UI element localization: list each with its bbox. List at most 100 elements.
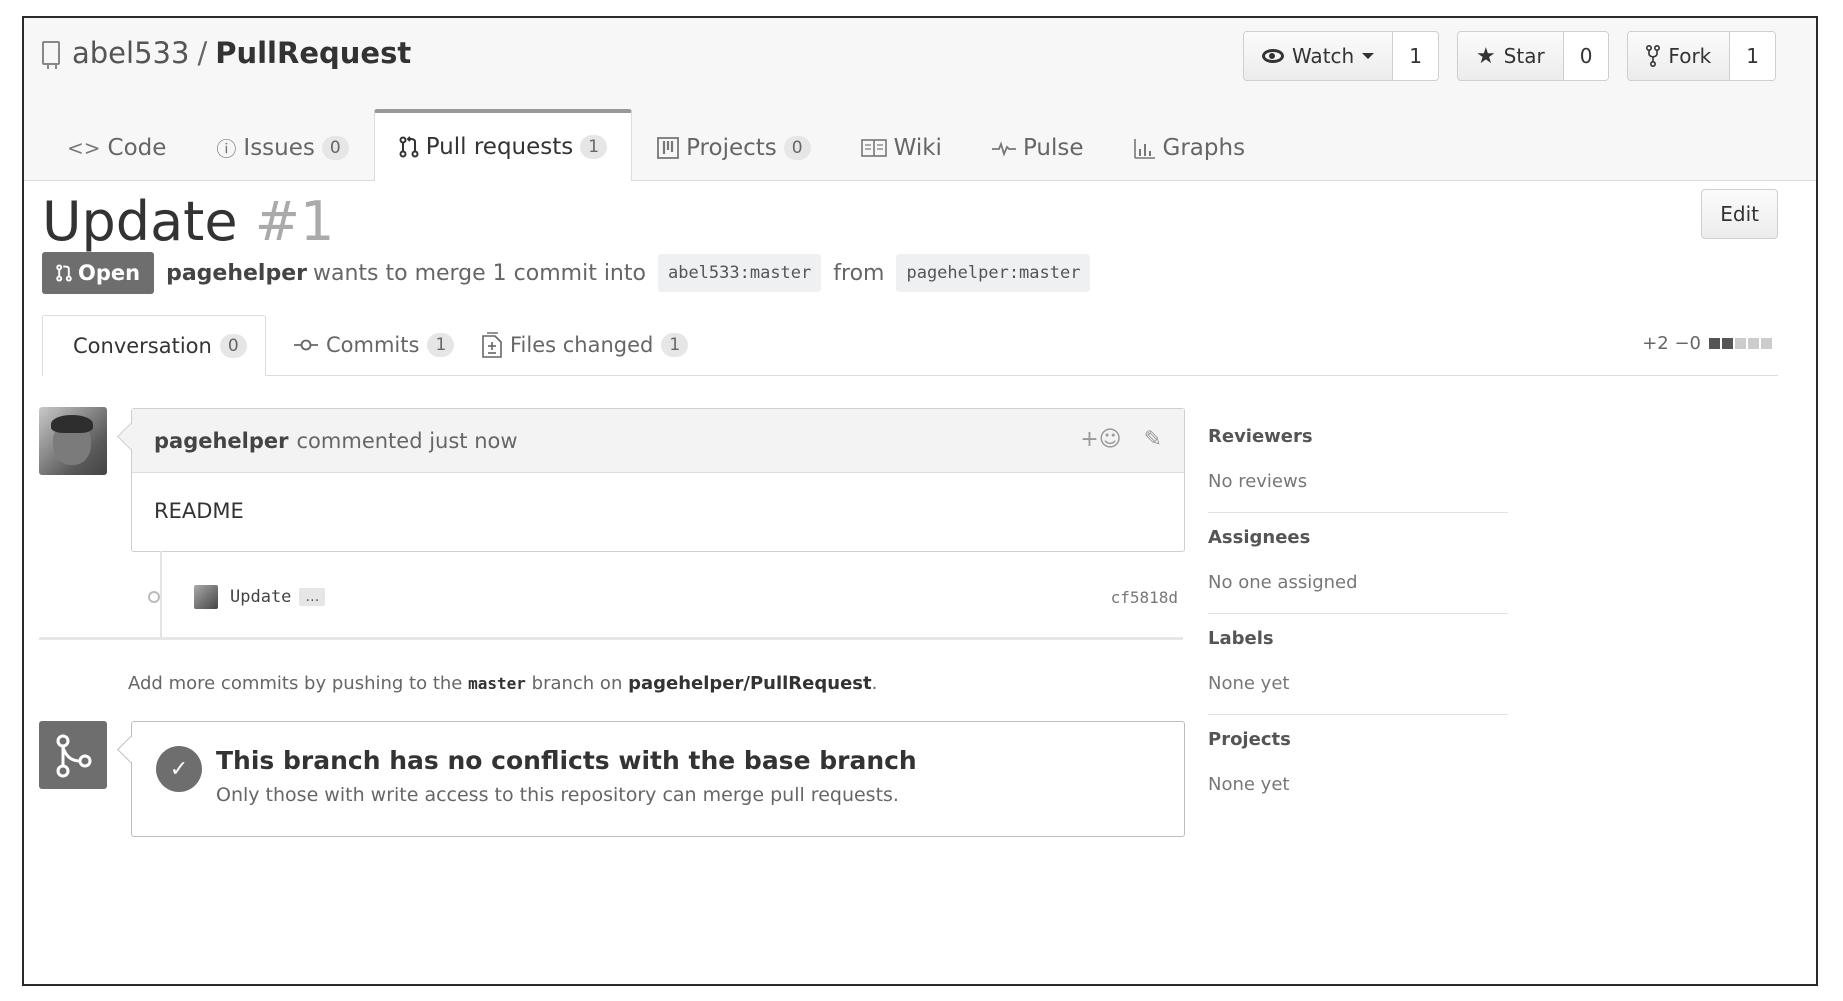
commit-avatar[interactable] (194, 585, 218, 609)
diffstat-text: +2 −0 (1642, 333, 1701, 354)
commit-message-link[interactable]: Update (230, 587, 291, 607)
tab-pull-requests[interactable]: Pull requests 1 (373, 109, 633, 181)
comment-body: README (154, 499, 244, 523)
sidebar-projects-title: Projects (1208, 729, 1291, 750)
pull-request-icon (56, 264, 72, 282)
tab-commits-label: Commits (326, 333, 420, 357)
repo-icon (42, 41, 60, 69)
sidebar-labels-value: None yet (1208, 673, 1290, 694)
tab-pull-requests-label: Pull requests (425, 134, 574, 160)
commit-row: Update … cf5818d (148, 581, 1178, 613)
sidebar-reviewers[interactable]: Reviewers No reviews (1208, 412, 1508, 513)
tab-code[interactable]: <> Code (42, 113, 191, 181)
repo-header: abel533 / PullRequest Watch 1 ★ Star 0 F… (24, 18, 1816, 181)
comment-header: pagehelper commented just now +☺ ✎ (132, 409, 1184, 473)
discussion-sidebar: Reviewers No reviews Assignees No one as… (1208, 412, 1508, 815)
repo-name-link[interactable]: PullRequest (215, 36, 411, 70)
push-note-middle: branch on (531, 673, 623, 694)
comment-box: pagehelper commented just now +☺ ✎ READM… (117, 408, 1185, 552)
pr-tabs: Conversation 0 Commits 1 Files changed 1… (42, 315, 1778, 376)
sidebar-assignees[interactable]: Assignees No one assigned (1208, 513, 1508, 614)
push-note-repo-link[interactable]: pagehelper/PullRequest (628, 673, 872, 694)
tab-wiki-label: Wiki (893, 134, 942, 161)
merge-status-heading: This branch has no conflicts with the ba… (216, 746, 917, 775)
avatar[interactable] (39, 407, 107, 475)
browser-frame: abel533 / PullRequest Watch 1 ★ Star 0 F… (22, 16, 1818, 986)
commit-icon (294, 339, 318, 351)
sidebar-projects-value: None yet (1208, 774, 1290, 795)
tab-issues[interactable]: ⓘ Issues 0 (191, 113, 373, 181)
tab-files-changed[interactable]: Files changed 1 (460, 315, 710, 375)
pr-author-link[interactable]: pagehelper (166, 261, 307, 286)
pencil-icon[interactable]: ✎ (1144, 427, 1162, 452)
pr-title-text: Update (42, 190, 238, 253)
fork-count[interactable]: 1 (1730, 32, 1775, 80)
merge-text: wants to merge 1 commit into (312, 260, 646, 286)
fork-label: Fork (1668, 44, 1712, 68)
tab-projects[interactable]: Projects 0 (632, 113, 836, 181)
commit-sha-link[interactable]: cf5818d (1111, 588, 1178, 607)
conversation-counter: 0 (219, 333, 247, 358)
commits-counter: 1 (427, 333, 455, 357)
commit-expand-button[interactable]: … (299, 588, 326, 606)
pr-title: Update #1 (42, 190, 334, 253)
eye-icon (1261, 49, 1284, 63)
sidebar-reviewers-title: Reviewers (1208, 426, 1313, 447)
tab-pulse-label: Pulse (1022, 134, 1084, 161)
issue-icon: ⓘ (216, 137, 237, 161)
comment-meta: commented just now (296, 428, 518, 453)
pull-request-icon (399, 136, 419, 158)
watch-count[interactable]: 1 (1393, 32, 1438, 80)
pr-number: #1 (254, 190, 335, 253)
merge-box-arrow (117, 736, 144, 763)
fork-group: Fork 1 (1627, 31, 1776, 81)
merge-status-box: ✓ This branch has no conflicts with the … (117, 721, 1185, 837)
pulse-icon (991, 140, 1016, 157)
project-icon (657, 136, 679, 159)
fork-icon (1646, 45, 1661, 67)
repo-actions: Watch 1 ★ Star 0 Fork 1 (1242, 31, 1776, 81)
pulls-counter: 1 (580, 135, 608, 159)
git-merge-icon (39, 721, 107, 789)
state-label: Open (78, 261, 141, 285)
pr-meta: Open pagehelper wants to merge 1 commit … (42, 252, 1091, 294)
head-branch[interactable]: pagehelper:master (896, 254, 1091, 292)
star-group: ★ Star 0 (1456, 31, 1610, 81)
tab-conversation[interactable]: Conversation 0 (42, 315, 266, 376)
merge-status-subtext: Only those with write access to this rep… (216, 784, 899, 806)
repo-owner-link[interactable]: abel533 (72, 36, 189, 70)
repo-title: abel533 / PullRequest (42, 36, 411, 70)
tab-pulse[interactable]: Pulse (967, 113, 1109, 181)
tab-files-changed-label: Files changed (510, 333, 654, 357)
tab-issues-label: Issues (243, 134, 315, 161)
graph-icon (1133, 138, 1155, 159)
watch-button[interactable]: Watch (1243, 32, 1394, 80)
tab-projects-label: Projects (686, 134, 777, 161)
commit-dot-icon (148, 591, 160, 603)
base-branch[interactable]: abel533:master (657, 254, 822, 292)
star-count[interactable]: 0 (1563, 32, 1609, 80)
sidebar-labels-title: Labels (1208, 628, 1274, 649)
files-counter: 1 (661, 333, 689, 357)
fork-button[interactable]: Fork (1628, 32, 1731, 80)
issues-counter: 0 (321, 135, 349, 160)
add-reaction-icon[interactable]: +☺ (1080, 427, 1121, 452)
file-diff-icon (482, 332, 502, 358)
check-icon: ✓ (156, 746, 202, 792)
tab-wiki[interactable]: Wiki (836, 113, 967, 181)
sidebar-reviewers-value: No reviews (1208, 471, 1308, 492)
tab-conversation-label: Conversation (73, 333, 212, 358)
comment-author-link[interactable]: pagehelper (154, 429, 289, 453)
star-button[interactable]: ★ Star (1457, 32, 1564, 80)
edit-button[interactable]: Edit (1701, 189, 1778, 239)
avatar-hair (51, 415, 93, 433)
tab-graphs[interactable]: Graphs (1109, 113, 1271, 181)
sidebar-labels[interactable]: Labels None yet (1208, 614, 1508, 715)
projects-counter: 0 (783, 135, 811, 160)
sidebar-assignees-value: No one assigned (1208, 572, 1358, 593)
code-icon: <> (67, 135, 101, 160)
timeline-divider (39, 637, 1183, 640)
sidebar-projects[interactable]: Projects None yet (1208, 715, 1508, 815)
tab-commits[interactable]: Commits 1 (272, 315, 476, 375)
tab-code-label: Code (107, 134, 167, 161)
